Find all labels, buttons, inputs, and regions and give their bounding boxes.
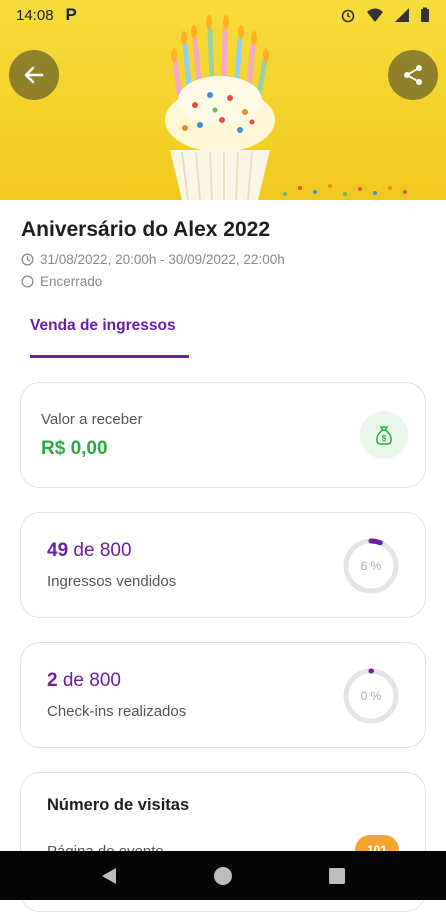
status-time: 14:08 — [16, 6, 54, 24]
tab-venda-de-ingressos[interactable]: Venda de ingressos — [30, 317, 176, 335]
wifi-icon — [367, 8, 383, 22]
clock-icon — [21, 253, 34, 266]
tickets-sold-label: Ingressos vendidos — [47, 573, 177, 590]
signal-icon — [395, 8, 409, 22]
checkins-count-row: 2 de 800 — [47, 670, 121, 692]
tickets-sold-count: 49 — [47, 540, 69, 561]
status-bar: 14:08 P — [0, 0, 446, 30]
tab-active-indicator — [30, 355, 189, 358]
event-status: Encerrado — [40, 274, 103, 289]
app-indicator: P — [65, 5, 77, 24]
status-circle-icon — [21, 275, 34, 288]
tickets-percent-text: 6 % — [360, 559, 382, 573]
checkins-card: 2 de 800 Check-ins realizados 0 % — [20, 642, 426, 748]
event-date-row: 31/08/2022, 20:00h - 30/09/2022, 22:00h — [21, 252, 285, 267]
share-button[interactable] — [388, 50, 438, 100]
nav-back-button[interactable] — [96, 863, 122, 889]
tickets-sold-card: 49 de 800 Ingressos vendidos 6 % — [20, 512, 426, 618]
value-amount: R$ 0,00 — [41, 438, 108, 459]
money-bag-icon: $ — [376, 426, 392, 445]
event-title: Aniversário do Alex 2022 — [21, 218, 271, 241]
value-card: Valor a receber R$ 0,00 $ — [20, 382, 426, 488]
nav-home-icon — [214, 867, 232, 885]
checkins-count: 2 — [47, 670, 58, 691]
back-button[interactable] — [9, 50, 59, 100]
event-date-range: 31/08/2022, 20:00h - 30/09/2022, 22:00h — [40, 252, 285, 267]
nav-recents-button[interactable] — [324, 863, 350, 889]
battery-icon — [421, 7, 429, 22]
arrow-left-icon — [24, 66, 44, 84]
checkins-percent-text: 0 % — [360, 689, 382, 703]
checkins-progress-ring: 0 % — [341, 666, 401, 726]
alarm-icon — [341, 9, 355, 23]
tickets-sold-count-row: 49 de 800 — [47, 540, 132, 562]
checkins-label: Check-ins realizados — [47, 703, 187, 720]
nav-recents-icon — [329, 868, 345, 884]
tickets-total: 800 — [99, 540, 132, 561]
checkins-of-text: de — [62, 670, 84, 691]
system-navigation-bar — [0, 851, 446, 900]
money-icon-badge: $ — [360, 411, 408, 459]
nav-back-icon — [102, 868, 116, 884]
tickets-progress-ring: 6 % — [341, 536, 401, 596]
event-cover-image — [0, 0, 446, 200]
event-status-row: Encerrado — [21, 274, 102, 289]
checkins-total: 800 — [89, 670, 121, 691]
cupcake-illustration — [165, 15, 407, 200]
tickets-of-text: de — [73, 540, 95, 561]
visits-title: Número de visitas — [47, 796, 190, 814]
share-icon — [404, 65, 422, 85]
svg-text:$: $ — [382, 434, 387, 443]
nav-home-button[interactable] — [210, 863, 236, 889]
value-label: Valor a receber — [41, 411, 143, 428]
